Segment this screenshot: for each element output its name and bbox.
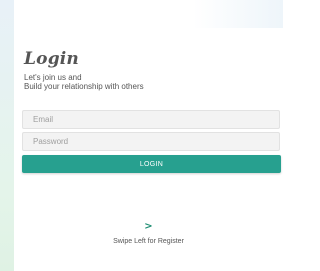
password-field[interactable] [22, 132, 280, 151]
subtitle: Let's join us and Build your relationshi… [24, 73, 144, 91]
page-title: Login [24, 49, 79, 69]
swipe-hint[interactable]: > Swipe Left for Register [14, 222, 283, 246]
chevron-right-icon: > [144, 221, 153, 232]
login-screen: Login Let's join us and Build your relat… [0, 0, 283, 271]
email-field[interactable] [22, 110, 280, 129]
login-button[interactable]: LOGIN [22, 155, 281, 173]
subtitle-line-1: Let's join us and [24, 73, 82, 82]
background-top-right [193, 0, 283, 28]
background-left-strip [0, 0, 14, 271]
subtitle-line-2: Build your relationship with others [24, 82, 144, 91]
swipe-register-label: Swipe Left for Register [113, 238, 184, 245]
